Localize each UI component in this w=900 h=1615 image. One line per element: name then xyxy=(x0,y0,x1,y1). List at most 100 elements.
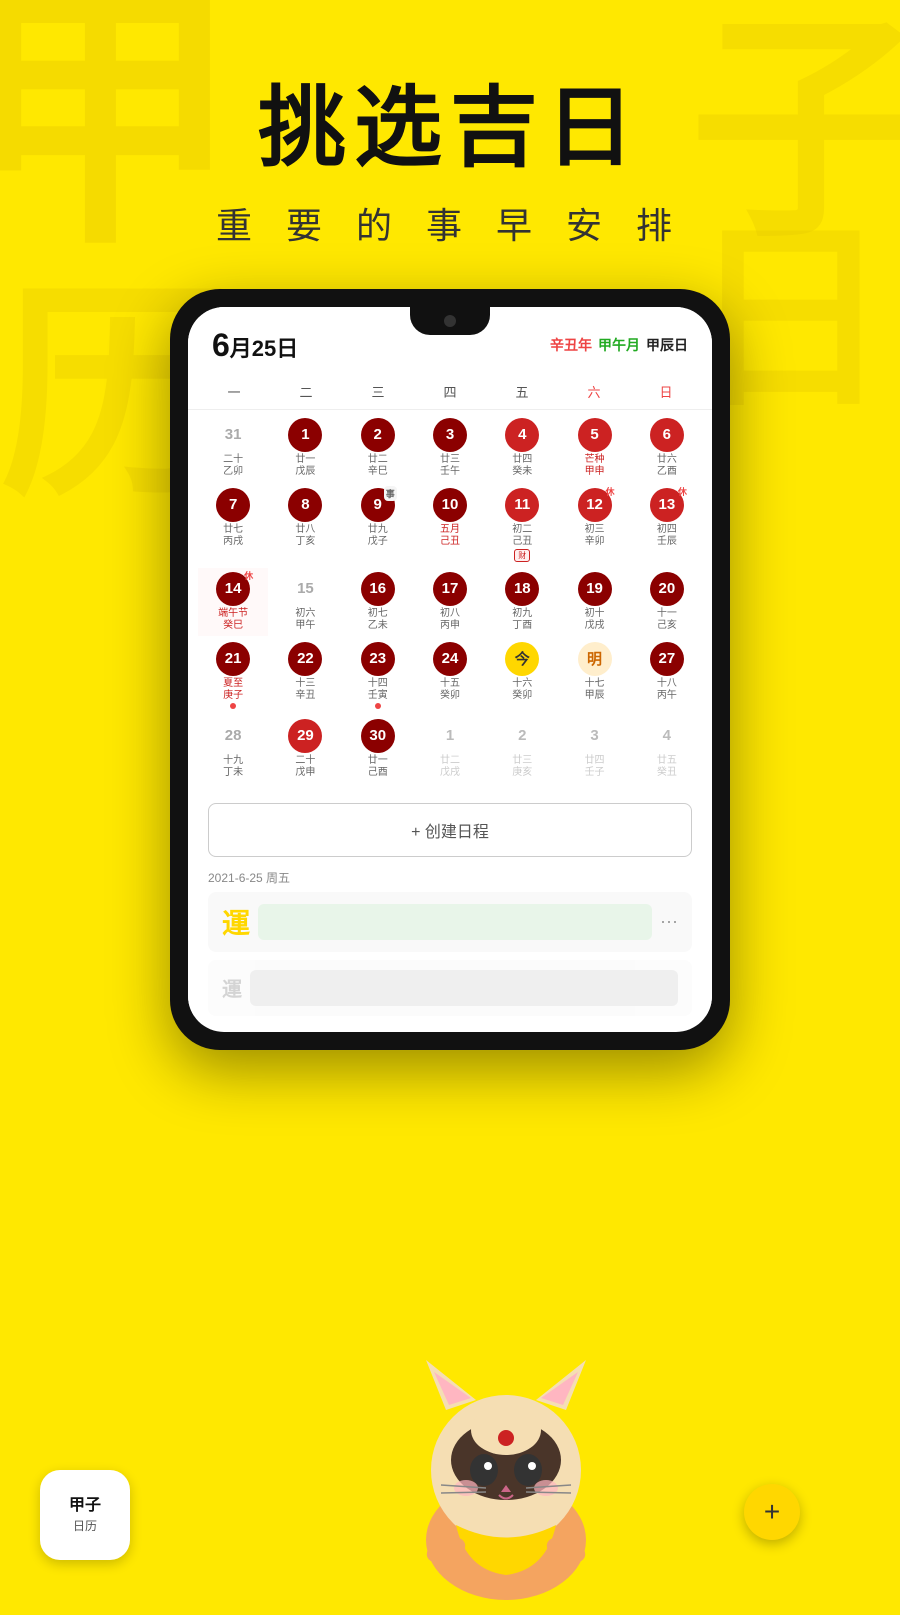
cal-lunar-20: 十一己亥 xyxy=(657,608,677,632)
cal-lunar-6: 廿六乙酉 xyxy=(657,454,677,478)
cal-lunar-next-2: 廿三庚亥 xyxy=(512,755,532,779)
cal-day-18: 18 xyxy=(505,572,539,606)
table-row[interactable]: 14 休 端午节癸巳 xyxy=(198,568,268,636)
table-row[interactable]: 29 二十戊申 xyxy=(270,715,340,783)
cal-day-7: 7 xyxy=(216,488,250,522)
table-row[interactable]: 12 休 初三辛卯 xyxy=(559,484,629,566)
more-options-icon[interactable]: ··· xyxy=(660,911,678,932)
cal-day-23: 23 xyxy=(361,642,395,676)
fab-button[interactable]: + xyxy=(744,1484,800,1540)
table-row[interactable]: 4 廿五癸丑 xyxy=(632,715,702,783)
cal-day-16: 16 xyxy=(361,572,395,606)
phone-mockup: 6月25日 辛丑年 甲午月 甲辰日 一 二 三 四 五 六 日 xyxy=(170,289,730,1050)
cal-lunar-17: 初八丙申 xyxy=(440,608,460,632)
create-schedule-button[interactable]: + 创建日程 xyxy=(208,803,692,857)
date-suffix: 月25日 xyxy=(230,336,298,361)
cal-lunar-2: 廿二辛巳 xyxy=(368,454,388,478)
table-row[interactable]: 23 十四壬寅 xyxy=(343,638,413,713)
table-row[interactable]: 10 五月己丑 xyxy=(415,484,485,566)
cal-lunar-30: 廿一己酉 xyxy=(368,755,388,779)
cal-lunar-4: 廿四癸未 xyxy=(512,454,532,478)
cal-lunar-29: 二十戊申 xyxy=(295,755,315,779)
cal-day-6: 6 xyxy=(650,418,684,452)
cal-lunar-23: 十四壬寅 xyxy=(368,678,388,702)
table-row[interactable]: 7 廿七丙戌 xyxy=(198,484,268,566)
cal-lunar-8: 廿八丁亥 xyxy=(295,524,315,548)
cal-lunar-13: 初四壬辰 xyxy=(657,524,677,548)
cal-day-12: 12 休 xyxy=(578,488,612,522)
cal-day-22: 22 xyxy=(288,642,322,676)
cal-day-17: 17 xyxy=(433,572,467,606)
table-row[interactable]: 3 廿三壬午 xyxy=(415,414,485,482)
cal-day-28: 28 xyxy=(216,719,250,753)
weekday-mon: 一 xyxy=(198,378,270,405)
cal-day-9: 9 事 xyxy=(361,488,395,522)
table-row[interactable]: 30 廿一己酉 xyxy=(343,715,413,783)
table-row[interactable]: 6 廿六乙酉 xyxy=(632,414,702,482)
table-row[interactable]: 19 初十戊戌 xyxy=(559,568,629,636)
cal-lunar-ming: 十七甲辰 xyxy=(585,678,605,702)
cal-lunar-18: 初九丁酉 xyxy=(512,608,532,632)
cal-lunar-16: 初七乙未 xyxy=(368,608,388,632)
table-row[interactable]: 今 十六癸卯 xyxy=(487,638,557,713)
weekday-tue: 二 xyxy=(270,378,342,405)
table-row[interactable]: 9 事 廿九戊子 xyxy=(343,484,413,566)
cal-day-11: 11 xyxy=(505,488,539,522)
table-row[interactable]: 18 初九丁酉 xyxy=(487,568,557,636)
dot-23 xyxy=(375,703,381,709)
schedule-date-label: 2021-6-25 周五 xyxy=(208,869,692,886)
lunar-info: 辛丑年 甲午月 甲辰日 xyxy=(550,335,688,355)
app-content: 6月25日 辛丑年 甲午月 甲辰日 一 二 三 四 五 六 日 xyxy=(188,307,712,1016)
table-row[interactable]: 17 初八丙申 xyxy=(415,568,485,636)
cal-lunar-9: 廿九戊子 xyxy=(368,524,388,548)
cal-lunar-21: 夏至庚子 xyxy=(223,678,243,702)
lunar-month: 甲午月 xyxy=(598,335,640,355)
cal-day-next-2: 2 xyxy=(505,719,539,753)
cal-badge-9: 事 xyxy=(384,486,397,501)
lunar-day: 甲辰日 xyxy=(646,335,688,355)
weekday-thu: 四 xyxy=(414,378,486,405)
table-row[interactable]: 24 十五癸卯 xyxy=(415,638,485,713)
table-row[interactable]: 28 十九丁未 xyxy=(198,715,268,783)
holiday-badge-13: 休 xyxy=(678,485,687,498)
table-row[interactable]: 2 廿二辛巳 xyxy=(343,414,413,482)
holiday-badge-14: 休 xyxy=(244,569,253,582)
table-row[interactable]: 20 十一己亥 xyxy=(632,568,702,636)
cal-day-27: 27 xyxy=(650,642,684,676)
table-row[interactable]: 22 十三辛丑 xyxy=(270,638,340,713)
table-row[interactable]: 13 休 初四壬辰 xyxy=(632,484,702,566)
table-row[interactable]: 8 廿八丁亥 xyxy=(270,484,340,566)
table-row[interactable]: 1 廿二戊戌 xyxy=(415,715,485,783)
table-row[interactable]: 16 初七乙未 xyxy=(343,568,413,636)
cal-day-next-1: 1 xyxy=(433,719,467,753)
table-row[interactable]: 21 夏至庚子 xyxy=(198,638,268,713)
holiday-badge-12: 休 xyxy=(606,485,615,498)
main-title: 挑选吉日 xyxy=(0,80,900,177)
table-row[interactable]: 31 二十乙卯 xyxy=(198,414,268,482)
table-row[interactable]: 27 十八丙午 xyxy=(632,638,702,713)
table-row[interactable]: 5 芒种甲申 xyxy=(559,414,629,482)
cal-day-10: 10 xyxy=(433,488,467,522)
cat-mascot xyxy=(366,1330,646,1610)
cal-day-4: 4 xyxy=(505,418,539,452)
cal-lunar-10: 五月己丑 xyxy=(440,524,460,548)
cal-lunar-15: 初六甲午 xyxy=(295,608,315,632)
table-row[interactable]: 3 廿四壬子 xyxy=(559,715,629,783)
sub-title: 重 要 的 事 早 安 排 xyxy=(0,197,900,249)
table-row[interactable]: 15 初六甲午 xyxy=(270,568,340,636)
schedule-bar: 運 ··· xyxy=(208,892,692,952)
calendar-grid: 31 二十乙卯 1 廿一戊辰 2 廿二辛巳 3 廿三壬午 xyxy=(188,410,712,791)
weekday-fri: 五 xyxy=(486,378,558,405)
table-row[interactable]: 2 廿三庚亥 xyxy=(487,715,557,783)
cal-lunar-3: 廿三壬午 xyxy=(440,454,460,478)
phone-screen: 6月25日 辛丑年 甲午月 甲辰日 一 二 三 四 五 六 日 xyxy=(188,307,712,1032)
cal-lunar-1: 廿一戊辰 xyxy=(295,454,315,478)
cal-lunar-14: 端午节癸巳 xyxy=(218,608,248,632)
cal-day-14: 14 休 xyxy=(216,572,250,606)
table-row[interactable]: 11 初二己丑 财 xyxy=(487,484,557,566)
table-row[interactable]: 4 廿四癸未 xyxy=(487,414,557,482)
cal-lunar-31: 二十乙卯 xyxy=(223,454,243,478)
table-row[interactable]: 明 十七甲辰 xyxy=(559,638,629,713)
table-row[interactable]: 1 廿一戊辰 xyxy=(270,414,340,482)
weekday-sun: 日 xyxy=(630,378,702,405)
